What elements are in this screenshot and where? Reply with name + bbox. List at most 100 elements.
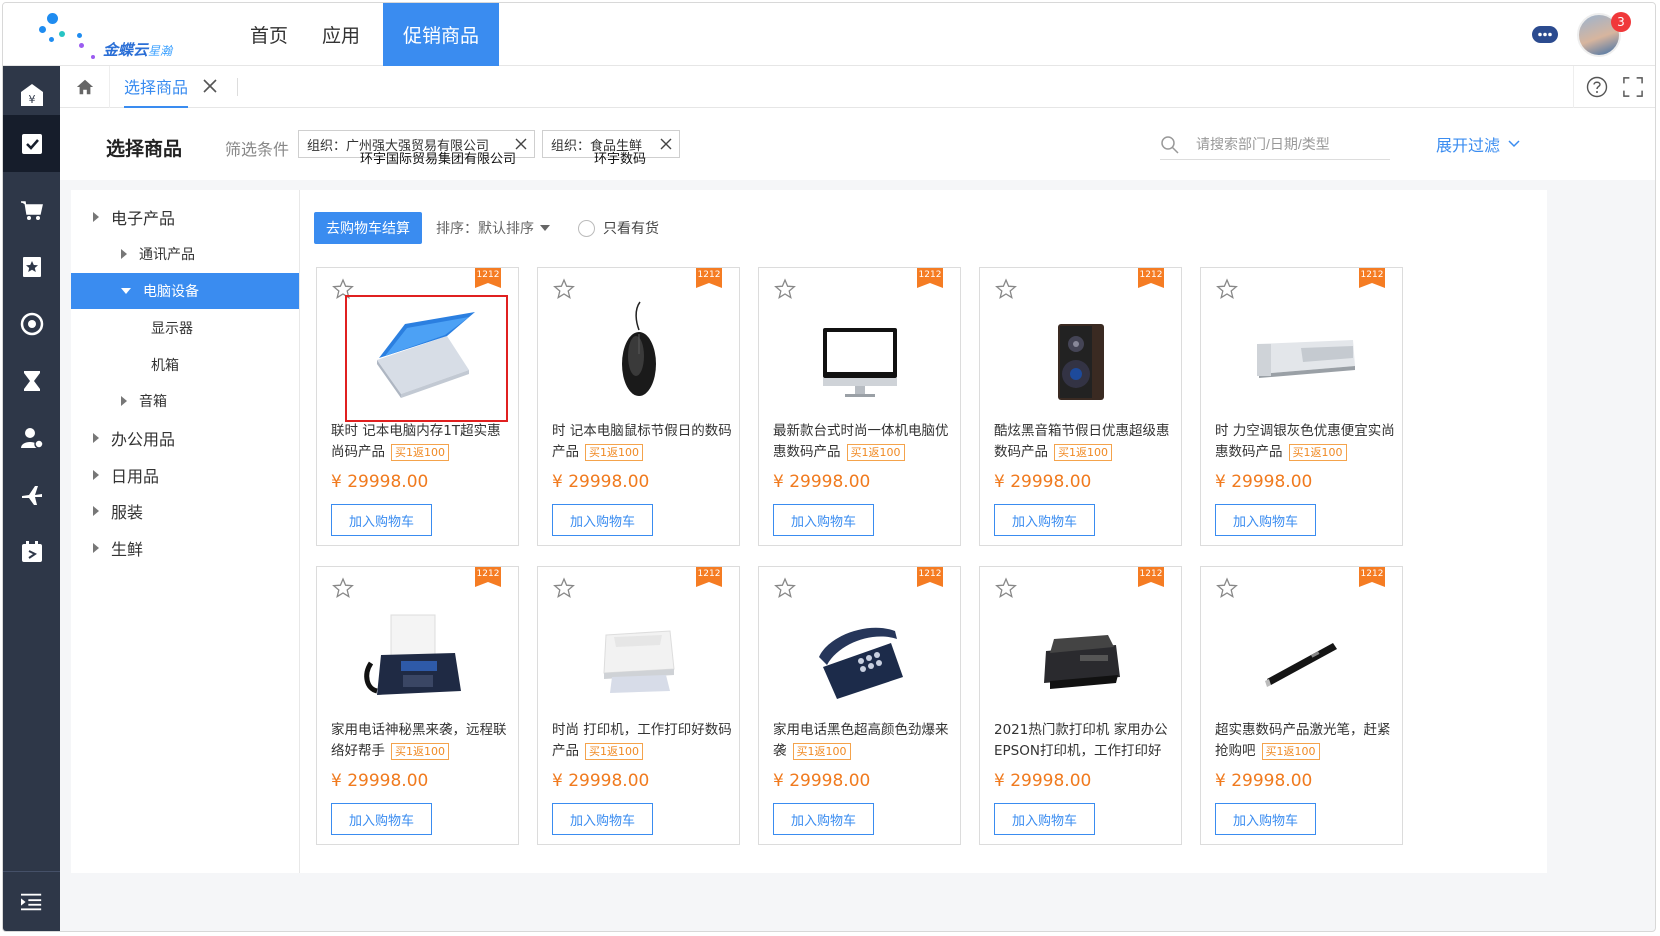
product-card[interactable]: 1212 酷炫黑音箱节假日优惠超级惠数码产品 买1返100 ¥ 29998.00 加入购… — [979, 267, 1182, 546]
star-icon[interactable] — [1216, 278, 1238, 300]
caret-right-icon[interactable] — [93, 433, 99, 443]
dot-matrix-printer-image[interactable] — [1020, 595, 1142, 719]
sidebar: ¥ — [3, 66, 60, 931]
tree-item[interactable]: 机箱 — [71, 347, 299, 383]
promo-tag: 1212 — [917, 567, 943, 587]
product-card[interactable]: 1212 家用电话神秘黑来袭，远程联络好帮手 买1返100 ¥ 29998.00 加入购… — [316, 566, 519, 845]
star-icon[interactable] — [332, 577, 354, 599]
tree-item[interactable]: 电脑设备 — [71, 273, 299, 309]
help-icon[interactable] — [1586, 76, 1608, 98]
star-icon[interactable] — [995, 278, 1017, 300]
tree-item[interactable]: 办公用品 — [71, 420, 299, 456]
star-icon[interactable] — [995, 577, 1017, 599]
target-icon[interactable] — [3, 295, 60, 352]
product-card[interactable]: 1212 时 记本电脑鼠标节假日的数码产品 买1返100 ¥ 29998.00 加入购物… — [537, 267, 740, 546]
add-to-cart-button[interactable]: 加入购物车 — [773, 803, 874, 835]
product-price: ¥ 29998.00 — [1215, 472, 1313, 492]
chip-overlay-text: 环宇数码 — [594, 152, 647, 167]
caret-right-icon[interactable] — [121, 249, 127, 259]
product-card[interactable]: 1212 家用电话黑色超高颜色劲爆来袭 买1返100 ¥ 29998.00 加入购物车 — [758, 566, 961, 845]
add-to-cart-button[interactable]: 加入购物车 — [994, 504, 1095, 536]
promo-tag-text: 1212 — [476, 569, 500, 579]
star-icon[interactable] — [332, 278, 354, 300]
promo-badge: 买1返100 — [391, 443, 449, 461]
top-bar: 金蝶云星瀚 首页 应用 促销商品 3 — [3, 3, 1655, 66]
caret-right-icon[interactable] — [93, 212, 99, 222]
page-title: 选择商品 — [106, 138, 183, 160]
tree-item[interactable]: 日用品 — [71, 457, 299, 493]
sort-dropdown[interactable]: 排序：默认排序 — [436, 218, 550, 238]
add-to-cart-button[interactable]: 加入购物车 — [331, 803, 432, 835]
in-stock-label: 只看有货 — [603, 221, 659, 237]
nav-apps[interactable]: 应用 — [305, 3, 377, 66]
tree-item[interactable]: 服装 — [71, 493, 299, 529]
caret-right-icon[interactable] — [93, 543, 99, 553]
message-icon[interactable] — [1531, 23, 1559, 47]
tab-select-products[interactable]: 选择商品 — [124, 66, 189, 108]
nav-promo-products[interactable]: 促销商品 — [383, 3, 500, 66]
close-icon[interactable] — [659, 137, 673, 151]
laptop-image[interactable] — [357, 296, 479, 420]
radio-button[interactable] — [578, 219, 595, 237]
caret-right-icon[interactable] — [93, 506, 99, 516]
promo-tag: 1212 — [917, 268, 943, 288]
tree-item[interactable]: 通讯产品 — [71, 236, 299, 272]
tree-item[interactable]: 电子产品 — [71, 199, 299, 235]
plane-icon[interactable] — [3, 466, 60, 523]
in-stock-only-toggle[interactable]: 只看有货 — [578, 218, 659, 238]
approval-icon[interactable] — [3, 115, 60, 172]
tree-item[interactable]: 生鲜 — [71, 530, 299, 566]
favorite-icon[interactable] — [3, 238, 60, 295]
add-to-cart-button[interactable]: 加入购物车 — [331, 504, 432, 536]
hourglass-icon[interactable] — [3, 352, 60, 409]
logo[interactable]: 金蝶云星瀚 — [33, 13, 223, 63]
user-settings-icon[interactable] — [3, 409, 60, 466]
close-icon[interactable] — [202, 78, 218, 94]
cart-icon[interactable] — [3, 181, 60, 238]
telephone-image[interactable] — [799, 595, 921, 719]
mouse-image[interactable] — [578, 296, 700, 420]
printer-image[interactable] — [578, 595, 700, 719]
product-card[interactable]: 1212 超实惠数码产品激光笔，赶紧抢购吧 买1返100 ¥ 29998.00 加入购物… — [1200, 566, 1403, 845]
product-card[interactable]: 1212 时尚 打印机，工作打印好数码产品 买1返100 ¥ 29998.00 加入购物… — [537, 566, 740, 845]
product-card[interactable]: 1212 联时 记本电脑内存1T超实惠尚码产品 买1返100 ¥ 29998.00 加入… — [316, 267, 519, 546]
filter-bar: 选择商品 筛选条件 组织： 广州强大强贸易有限公司 环宇国际贸易集团有限公司 组… — [60, 108, 1655, 180]
add-to-cart-button[interactable]: 加入购物车 — [552, 803, 653, 835]
search-box — [1160, 128, 1390, 160]
star-icon[interactable] — [774, 577, 796, 599]
caret-right-icon[interactable] — [121, 396, 127, 406]
add-to-cart-button[interactable]: 加入购物车 — [552, 504, 653, 536]
expand-filter-button[interactable]: 展开过滤 — [1436, 132, 1520, 156]
air-conditioner-image[interactable] — [1241, 296, 1363, 420]
star-icon[interactable] — [1216, 577, 1238, 599]
caret-right-icon[interactable] — [93, 470, 99, 480]
product-price: ¥ 29998.00 — [552, 771, 650, 791]
laser-pen-image[interactable] — [1241, 595, 1363, 719]
calendar-icon[interactable] — [3, 523, 60, 580]
home-icon[interactable] — [60, 66, 110, 108]
product-card[interactable]: 1212 最新款台式时尚一体机电脑优惠数码产品 买1返100 ¥ 29998.00 加入… — [758, 267, 961, 546]
close-icon[interactable] — [514, 137, 528, 151]
checkout-cart-button[interactable]: 去购物车结算 — [314, 212, 422, 244]
tree-item[interactable]: 显示器 — [71, 310, 299, 346]
tree-item[interactable]: 音箱 — [71, 383, 299, 419]
product-card[interactable]: 1212 时 力空调银灰色优惠便宜实尚惠数码产品 买1返100 ¥ 29998.00 加… — [1200, 267, 1403, 546]
add-to-cart-button[interactable]: 加入购物车 — [1215, 803, 1316, 835]
speaker-image[interactable] — [1020, 296, 1142, 420]
monitor-image[interactable] — [799, 296, 921, 420]
add-to-cart-button[interactable]: 加入购物车 — [773, 504, 874, 536]
product-title: 家用电话黑色超高颜色劲爆来袭 买1返100 — [773, 720, 953, 764]
add-to-cart-button[interactable]: 加入购物车 — [1215, 504, 1316, 536]
star-icon[interactable] — [553, 577, 575, 599]
search-input[interactable] — [1196, 132, 1386, 156]
nav-home[interactable]: 首页 — [233, 3, 305, 66]
fax-image[interactable] — [357, 595, 479, 719]
star-icon[interactable] — [553, 278, 575, 300]
star-icon[interactable] — [774, 278, 796, 300]
product-card[interactable]: 1212 2021热门款打印机 家用办公EPSON打印机，工作打印好数码产品买1返… — [979, 566, 1182, 845]
promo-tag-text: 1212 — [1139, 569, 1163, 579]
add-to-cart-button[interactable]: 加入购物车 — [994, 803, 1095, 835]
fullscreen-icon[interactable] — [1623, 77, 1644, 97]
collapse-menu-icon[interactable] — [3, 871, 60, 931]
caret-down-icon[interactable] — [121, 288, 131, 294]
